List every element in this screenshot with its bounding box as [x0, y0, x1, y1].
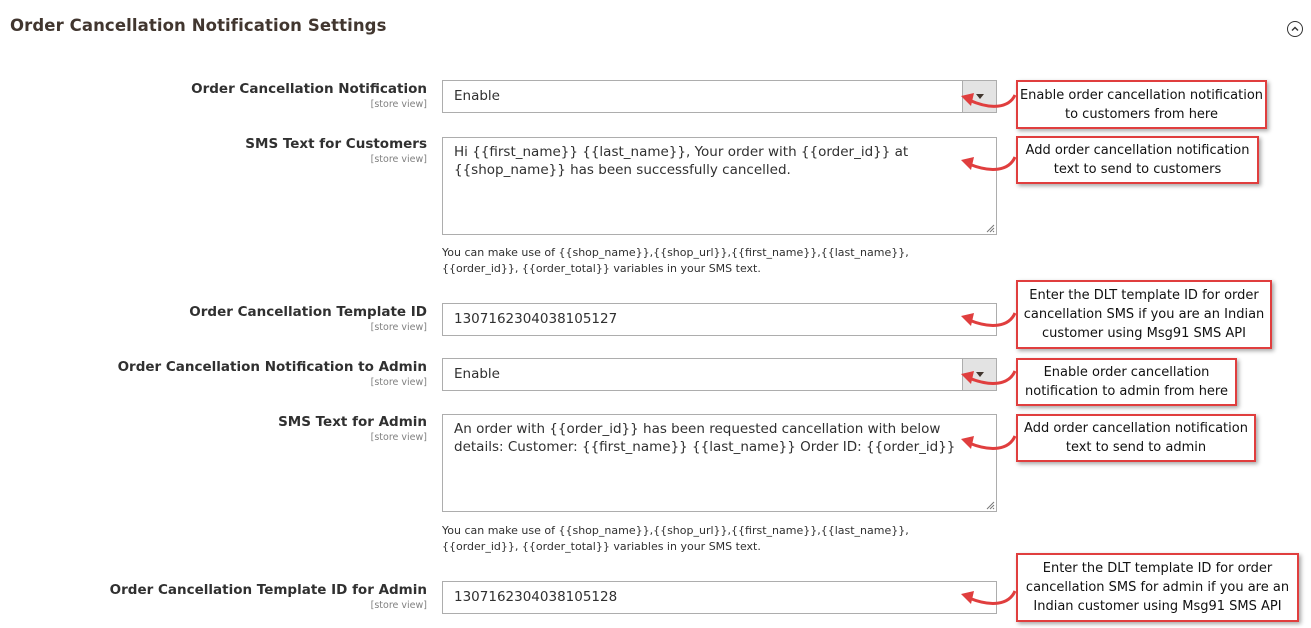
sms-text-customers-label: SMS Text for Customers	[245, 136, 427, 152]
scope-label: [store view]	[370, 377, 427, 388]
sms-text-admin-label: SMS Text for Admin	[278, 414, 427, 430]
callout-enable-admin: Enable order cancellation notification t…	[1016, 358, 1237, 406]
scope-label: [store view]	[370, 600, 427, 611]
order-cancellation-notification-select[interactable]: Enable	[442, 80, 997, 113]
textarea-value: An order with {{order_id}} has been requ…	[454, 421, 956, 455]
select-value: Enable	[454, 366, 500, 382]
callout-text-customer: Add order cancellation notification text…	[1016, 136, 1259, 184]
order-cancellation-notification-label: Order Cancellation Notification	[191, 81, 427, 97]
input-value: 1307162304038105128	[454, 589, 618, 605]
sms-variables-note: You can make use of {{shop_name}},{{shop…	[442, 524, 909, 553]
notification-admin-select[interactable]: Enable	[442, 358, 997, 391]
template-id-admin-label: Order Cancellation Template ID for Admin	[109, 582, 427, 598]
arrow-icon	[961, 590, 1017, 605]
scope-label: [store view]	[370, 432, 427, 443]
arrow-icon	[961, 93, 1017, 108]
callout-template-id-admin: Enter the DLT template ID for order canc…	[1016, 553, 1299, 622]
resize-grip-icon[interactable]	[986, 501, 995, 510]
sms-variables-note: You can make use of {{shop_name}},{{shop…	[442, 246, 909, 275]
sms-text-admin-textarea[interactable]: An order with {{order_id}} has been requ…	[442, 414, 997, 512]
template-id-admin-input[interactable]: 1307162304038105128	[442, 581, 997, 614]
callout-enable-customer: Enable order cancellation notification t…	[1016, 80, 1267, 129]
arrow-icon	[961, 435, 1017, 450]
arrow-icon	[961, 370, 1017, 385]
notification-admin-label: Order Cancellation Notification to Admin	[117, 359, 427, 375]
callout-text-admin: Add order cancellation notification text…	[1016, 414, 1256, 462]
scope-label: [store view]	[370, 99, 427, 110]
sms-text-customers-textarea[interactable]: Hi {{first_name}} {{last_name}}, Your or…	[442, 137, 997, 235]
template-id-label: Order Cancellation Template ID	[189, 304, 427, 320]
arrow-icon	[961, 312, 1017, 327]
template-id-input[interactable]: 1307162304038105127	[442, 303, 997, 336]
input-value: 1307162304038105127	[454, 311, 618, 327]
scope-label: [store view]	[370, 154, 427, 165]
textarea-value: Hi {{first_name}} {{last_name}}, Your or…	[454, 144, 909, 178]
resize-grip-icon[interactable]	[986, 224, 995, 233]
section-title[interactable]: Order Cancellation Notification Settings	[10, 16, 387, 35]
collapse-chevron-icon[interactable]	[1287, 21, 1303, 37]
callout-template-id: Enter the DLT template ID for order canc…	[1016, 280, 1272, 349]
scope-label: [store view]	[370, 322, 427, 333]
arrow-icon	[961, 156, 1017, 171]
select-value: Enable	[454, 88, 500, 104]
